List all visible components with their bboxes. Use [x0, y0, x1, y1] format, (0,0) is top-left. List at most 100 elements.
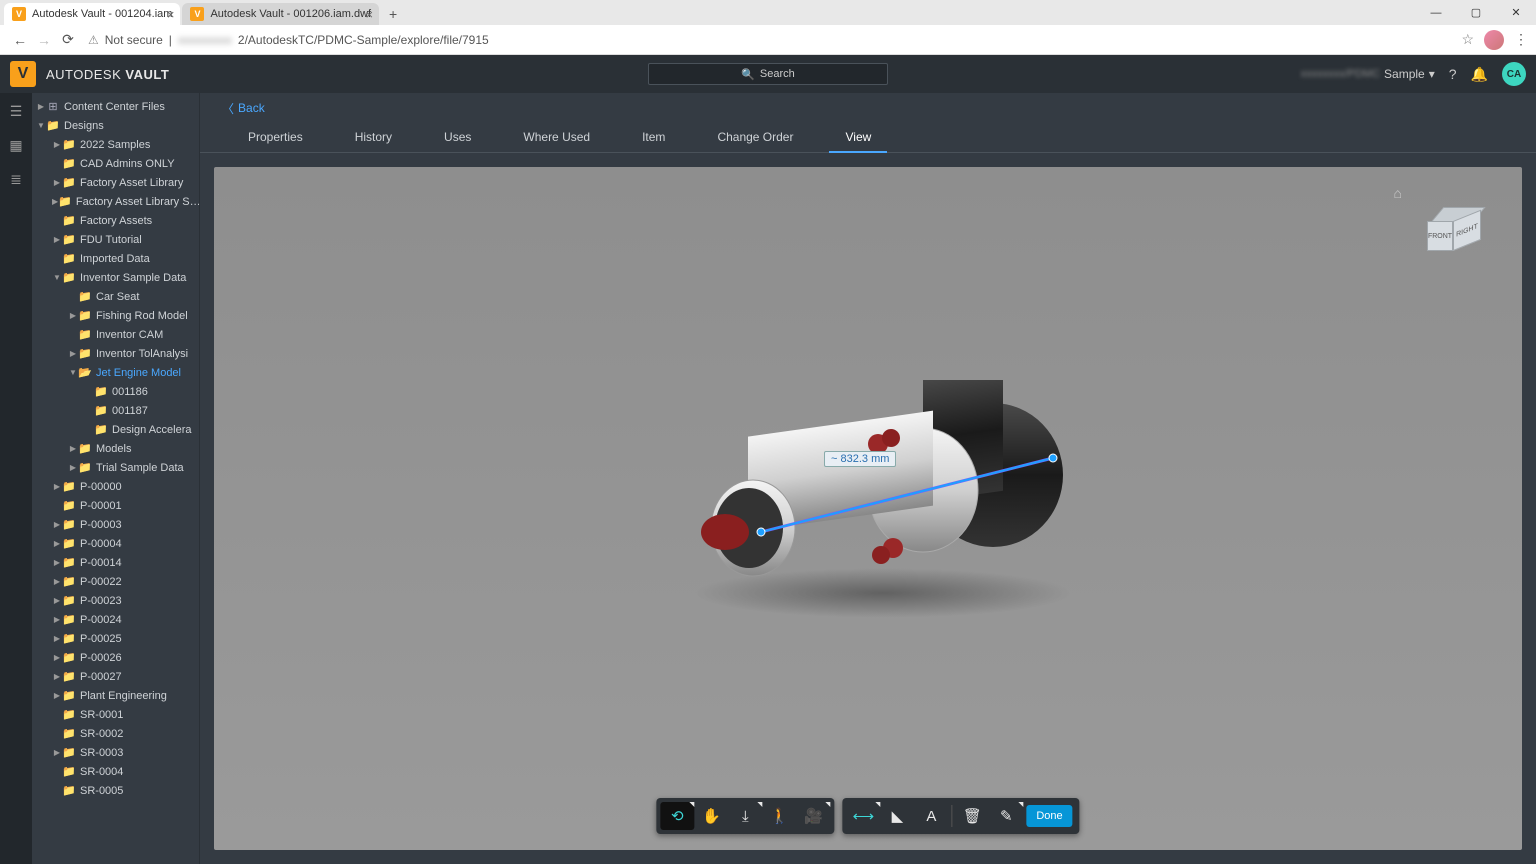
- back-browser-button[interactable]: ←: [8, 32, 32, 48]
- home-view-icon[interactable]: ⌂: [1394, 185, 1402, 201]
- tree-item[interactable]: 📁Factory Asset Library S…: [32, 192, 199, 211]
- tree-item[interactable]: 📁001186: [32, 382, 199, 401]
- tree-item[interactable]: 📁CAD Admins ONLY: [32, 154, 199, 173]
- tree-caret[interactable]: [68, 368, 78, 377]
- tree-caret[interactable]: [52, 748, 62, 757]
- tree-caret[interactable]: [52, 672, 62, 681]
- url-box[interactable]: ⚠ Not secure | xxxxxxxxx 2/AutodeskTC/PD…: [88, 33, 1453, 47]
- tree-item[interactable]: 📁Design Accelera: [32, 420, 199, 439]
- tree-item[interactable]: ⊞Content Center Files: [32, 97, 199, 116]
- tree-caret[interactable]: [52, 653, 62, 662]
- tree-caret[interactable]: [52, 558, 62, 567]
- new-tab-button[interactable]: +: [381, 3, 405, 25]
- tree-item[interactable]: 📁Designs: [32, 116, 199, 135]
- tree-item[interactable]: 📁Imported Data: [32, 249, 199, 268]
- detail-tab-where-used[interactable]: Where Used: [497, 130, 616, 152]
- tree-item[interactable]: 📁2022 Samples: [32, 135, 199, 154]
- browser-menu-icon[interactable]: ⋮: [1514, 31, 1528, 48]
- minimize-button[interactable]: ―: [1416, 0, 1456, 25]
- measure-distance-button[interactable]: ⟷: [846, 802, 880, 830]
- tree-caret[interactable]: [52, 520, 62, 529]
- tree-item[interactable]: 📁SR-0001: [32, 705, 199, 724]
- user-avatar[interactable]: CA: [1502, 62, 1526, 86]
- close-window-button[interactable]: ✕: [1496, 0, 1536, 25]
- bell-icon[interactable]: 🔔: [1471, 66, 1488, 83]
- detail-tab-history[interactable]: History: [329, 130, 418, 152]
- browser-tab[interactable]: VAutodesk Vault - 001206.iam.dwf×: [182, 3, 379, 25]
- detail-tab-item[interactable]: Item: [616, 130, 691, 152]
- tree-item[interactable]: 📁Inventor CAM: [32, 325, 199, 344]
- back-link[interactable]: 〈 Back: [222, 100, 265, 117]
- tree-item[interactable]: 📁P-00000: [32, 477, 199, 496]
- tree-item[interactable]: 📁SR-0005: [32, 781, 199, 800]
- tree-item[interactable]: 📁Factory Assets: [32, 211, 199, 230]
- tree-caret[interactable]: [52, 577, 62, 586]
- detail-tab-properties[interactable]: Properties: [222, 130, 329, 152]
- bookmark-icon[interactable]: ☆: [1461, 31, 1474, 48]
- viewcube[interactable]: FRONT RIGHT: [1422, 201, 1486, 265]
- tree-item[interactable]: 📁P-00026: [32, 648, 199, 667]
- measure-angle-button[interactable]: ◣: [880, 802, 914, 830]
- tree-item[interactable]: 📁Factory Asset Library: [32, 173, 199, 192]
- maximize-button[interactable]: ▢: [1456, 0, 1496, 25]
- tree-item[interactable]: 📁Plant Engineering: [32, 686, 199, 705]
- close-tab-icon[interactable]: ×: [167, 7, 175, 22]
- pan-button[interactable]: ✋: [694, 802, 728, 830]
- tree-item[interactable]: 📁P-00014: [32, 553, 199, 572]
- tree-item[interactable]: 📁P-00023: [32, 591, 199, 610]
- detail-tab-uses[interactable]: Uses: [418, 130, 497, 152]
- tree-item[interactable]: 📁SR-0003: [32, 743, 199, 762]
- tree-caret[interactable]: [68, 311, 78, 320]
- delete-button[interactable]: 🗑: [955, 802, 989, 830]
- folder-tree[interactable]: ⊞Content Center Files📁Designs📁2022 Sampl…: [32, 93, 200, 864]
- orbit-button[interactable]: ⟲: [660, 802, 694, 830]
- browser-tab[interactable]: VAutodesk Vault - 001204.iam×: [4, 3, 180, 25]
- tree-item[interactable]: 📁P-00022: [32, 572, 199, 591]
- reload-button[interactable]: ⟳: [56, 31, 80, 48]
- tree-caret[interactable]: [52, 615, 62, 624]
- tree-item[interactable]: 📁Models: [32, 439, 199, 458]
- browser-profile-avatar[interactable]: [1484, 30, 1504, 50]
- walk-button[interactable]: 🚶: [762, 802, 796, 830]
- tree-item[interactable]: 📁P-00001: [32, 496, 199, 515]
- rail-list-icon[interactable]: ≣: [8, 171, 24, 187]
- tree-caret[interactable]: [52, 235, 62, 244]
- rail-grid-icon[interactable]: ▦: [8, 137, 24, 153]
- tree-item[interactable]: 📁Trial Sample Data: [32, 458, 199, 477]
- tree-caret[interactable]: [52, 691, 62, 700]
- viewcube-front[interactable]: FRONT: [1427, 221, 1453, 251]
- detail-tab-view[interactable]: View: [819, 130, 897, 152]
- tree-item[interactable]: 📁P-00027: [32, 667, 199, 686]
- tree-caret[interactable]: [52, 596, 62, 605]
- forward-browser-button[interactable]: →: [32, 32, 56, 48]
- tree-caret[interactable]: [52, 482, 62, 491]
- tree-item[interactable]: 📁P-00003: [32, 515, 199, 534]
- text-button[interactable]: A: [914, 802, 948, 830]
- search-input[interactable]: 🔍 Search: [648, 63, 888, 85]
- 3d-viewer[interactable]: ⌂ FRONT RIGHT: [214, 167, 1522, 850]
- tree-item[interactable]: 📁Inventor Sample Data: [32, 268, 199, 287]
- project-selector[interactable]: xxxxxxxx/PDMC Sample ▾: [1301, 67, 1435, 81]
- done-button[interactable]: Done: [1026, 805, 1072, 827]
- help-icon[interactable]: ?: [1449, 66, 1457, 82]
- detail-tab-change-order[interactable]: Change Order: [691, 130, 819, 152]
- tree-caret[interactable]: [52, 273, 62, 282]
- tree-item[interactable]: 📁001187: [32, 401, 199, 420]
- tree-item[interactable]: 📁Car Seat: [32, 287, 199, 306]
- tree-caret[interactable]: [68, 444, 78, 453]
- tree-caret[interactable]: [52, 634, 62, 643]
- tree-caret[interactable]: [52, 539, 62, 548]
- tree-item[interactable]: 📁Fishing Rod Model: [32, 306, 199, 325]
- jet-engine-model[interactable]: [653, 380, 1083, 610]
- close-tab-icon[interactable]: ×: [365, 7, 373, 22]
- tree-item[interactable]: 📂Jet Engine Model: [32, 363, 199, 382]
- tree-caret[interactable]: [36, 102, 46, 111]
- tree-caret[interactable]: [68, 463, 78, 472]
- camera-button[interactable]: 🎥: [796, 802, 830, 830]
- tree-item[interactable]: 📁SR-0004: [32, 762, 199, 781]
- tree-caret[interactable]: [52, 178, 62, 187]
- tree-item[interactable]: 📁Inventor TolAnalysi: [32, 344, 199, 363]
- zoom-button[interactable]: ⤓: [728, 802, 762, 830]
- tree-item[interactable]: 📁P-00024: [32, 610, 199, 629]
- tree-caret[interactable]: [68, 349, 78, 358]
